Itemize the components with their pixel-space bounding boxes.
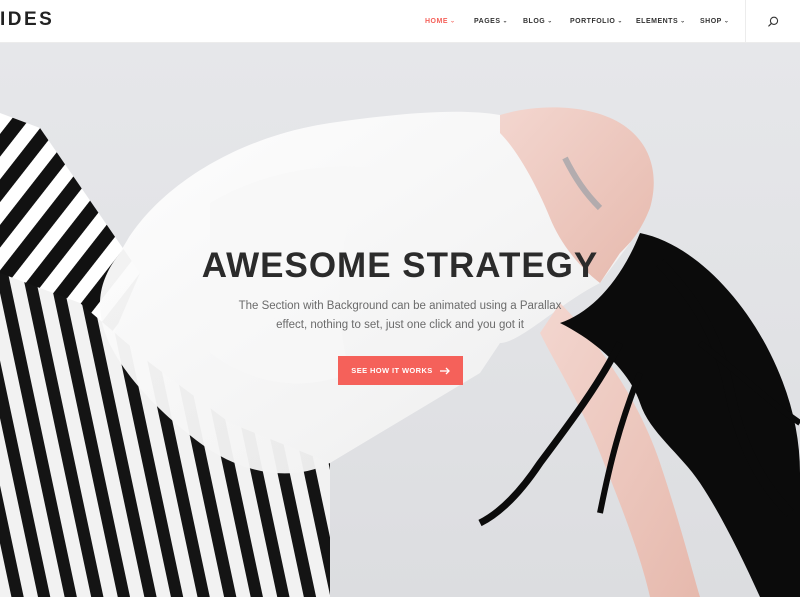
hero-content: AWESOME STRATEGY The Section with Backgr…	[0, 43, 800, 597]
main-nav: HOME ⌄ PAGES ⌄ BLOG ⌄ PORTFOLIO ⌄ ELEMEN…	[418, 0, 739, 43]
chevron-down-icon: ⌄	[617, 18, 623, 25]
search-button[interactable]	[746, 0, 800, 43]
cta-label: SEE HOW IT WORKS	[351, 366, 433, 375]
nav-home-label: HOME	[425, 18, 448, 25]
chevron-down-icon: ⌄	[680, 18, 686, 25]
hero-subtitle: The Section with Background can be anima…	[238, 300, 562, 331]
nav-shop-label: SHOP	[700, 18, 722, 25]
nav-home[interactable]: HOME ⌄	[418, 18, 467, 25]
chevron-down-icon: ⌄	[502, 18, 509, 25]
hero-title: AWESOME STRATEGY	[201, 246, 599, 285]
nav-elements-label: ELEMENTS	[636, 18, 679, 25]
see-how-it-works-button[interactable]: SEE HOW IT WORKS	[338, 356, 463, 385]
chevron-down-icon: ⌄	[547, 18, 553, 25]
arrow-right-icon	[439, 367, 450, 374]
chevron-down-icon: ⌄	[450, 18, 456, 25]
nav-shop[interactable]: SHOP ⌄	[693, 18, 739, 25]
nav-pages[interactable]: PAGES ⌄	[467, 18, 516, 25]
nav-blog-label: BLOG	[523, 18, 546, 25]
hero-section: AWESOME STRATEGY The Section with Backgr…	[0, 43, 800, 597]
chevron-down-icon: ⌄	[723, 18, 730, 25]
nav-portfolio-label: PORTFOLIO	[570, 18, 616, 25]
nav-blog[interactable]: BLOG ⌄	[516, 18, 563, 25]
site-logo[interactable]: IDES	[0, 9, 54, 31]
nav-portfolio[interactable]: PORTFOLIO ⌄	[563, 18, 629, 25]
site-header: IDES HOME ⌄ PAGES ⌄ BLOG ⌄ PORTFOLIO ⌄ E…	[0, 0, 800, 43]
nav-pages-label: PAGES	[474, 18, 501, 25]
search-icon	[767, 16, 778, 27]
nav-elements[interactable]: ELEMENTS ⌄	[629, 18, 693, 25]
